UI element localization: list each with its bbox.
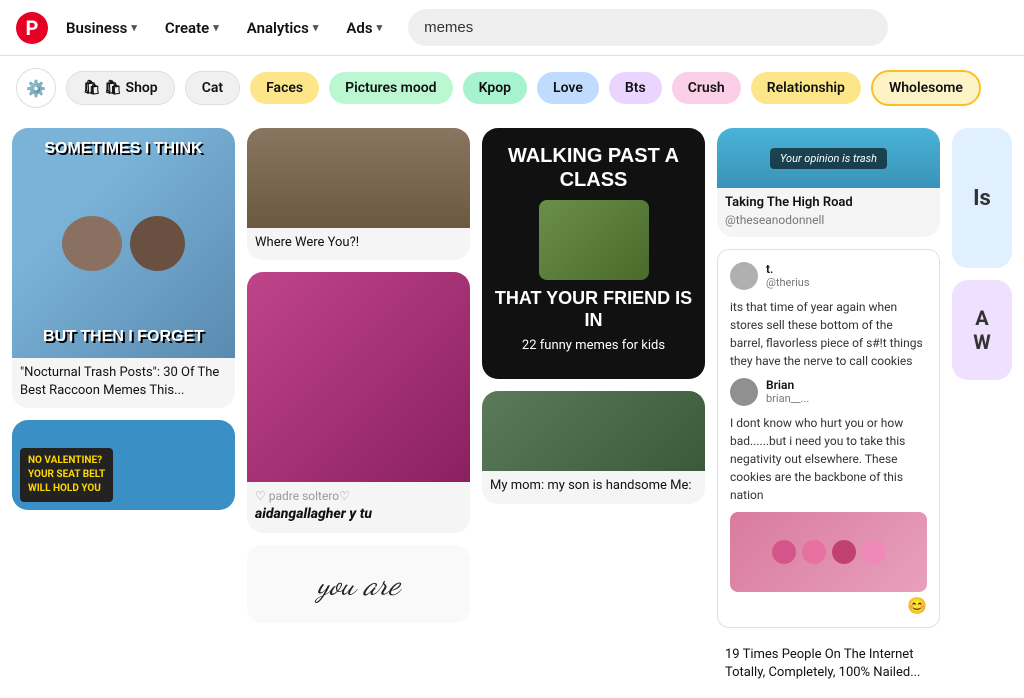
pinterest-logo[interactable]: P	[16, 12, 48, 44]
post2-avatar	[730, 378, 758, 406]
ads-arrow: ▾	[377, 21, 383, 34]
masonry-grid: SOMETIMES I THINK BUT THEN I FORGET "Noc…	[0, 120, 1024, 698]
billboard-card[interactable]: NO VALENTINE?YOUR SEAT BELTWILL HOLD YOU	[12, 420, 235, 510]
analytics-arrow: ▾	[313, 21, 319, 34]
col5-text1: Is	[973, 186, 991, 211]
chip-faces[interactable]: Faces	[250, 72, 319, 104]
opinion-card[interactable]: Your opinion is trash Taking The High Ro…	[717, 128, 940, 237]
internet-caption: 19 Times People On The Internet Totally,…	[717, 640, 940, 690]
header: P Business ▾ Create ▾ Analytics ▾ Ads ▾	[0, 0, 1024, 56]
chip-cat[interactable]: Cat	[185, 71, 240, 105]
padre-soltero-username: aidangallagher y tu	[255, 505, 462, 525]
emoji-reaction[interactable]: 😊	[907, 596, 927, 615]
opinion-caption: Taking The High Road @theseanodonnell	[717, 188, 940, 237]
raccoon-caption: "Nocturnal Trash Posts": 30 Of The Best …	[12, 358, 235, 408]
chip-love[interactable]: Love	[537, 72, 599, 104]
filter-button[interactable]: ⚙️	[16, 68, 56, 108]
nav-analytics[interactable]: Analytics ▾	[237, 11, 329, 45]
post2-body: I dont know who hurt you or how bad.....…	[730, 414, 927, 504]
post1-avatar	[730, 262, 758, 290]
where-were-you-card[interactable]: Where Were You?!	[247, 128, 470, 260]
post1-header: t. @therius	[730, 262, 927, 290]
post1-username: t.	[766, 262, 810, 276]
raccoon-meme-card[interactable]: SOMETIMES I THINK BUT THEN I FORGET "Noc…	[12, 128, 235, 408]
walking-class-top-text: WALKING PAST A CLASS	[492, 144, 695, 192]
col5-card2[interactable]: A W	[952, 280, 1012, 380]
chip-pictures-mood[interactable]: Pictures mood	[329, 72, 452, 104]
walking-class-bottom-text: THAT YOUR FRIEND IS IN	[492, 288, 695, 331]
opinion-text: Your opinion is trash	[770, 148, 887, 169]
search-input[interactable]	[408, 9, 888, 46]
nav-business[interactable]: Business ▾	[56, 11, 147, 45]
billboard-text: NO VALENTINE?YOUR SEAT BELTWILL HOLD YOU	[20, 448, 113, 502]
business-arrow: ▾	[131, 21, 137, 34]
post1-handle: @therius	[766, 276, 810, 289]
padre-soltero-card[interactable]: ♡ padre soltero♡ aidangallagher y tu	[247, 272, 470, 532]
col5-card1[interactable]: Is	[952, 128, 1012, 268]
walking-class-card[interactable]: WALKING PAST A CLASS THAT YOUR FRIEND IS…	[482, 128, 705, 379]
my-mom-text: My mom: my son is handsome Me:	[482, 471, 705, 503]
you-are-text: you are	[257, 565, 460, 603]
post1-body: its that time of year again when stores …	[730, 298, 927, 370]
chip-wholesome[interactable]: Wholesome	[871, 70, 981, 106]
chip-shop[interactable]: 🛍 🛍 Shop	[66, 71, 175, 105]
raccoon-top-text: SOMETIMES I THINK	[44, 140, 202, 158]
you-are-card[interactable]: you are	[247, 545, 470, 623]
cookie-image	[730, 512, 927, 592]
col-4: Your opinion is trash Taking The High Ro…	[717, 128, 940, 690]
col5-text2: A W	[973, 306, 991, 354]
col-1: SOMETIMES I THINK BUT THEN I FORGET "Noc…	[12, 128, 235, 690]
chip-kpop[interactable]: Kpop	[463, 72, 527, 104]
nav-ads[interactable]: Ads ▾	[336, 11, 392, 45]
cookie-post-card[interactable]: t. @therius its that time of year again …	[717, 249, 940, 628]
chip-relationship[interactable]: Relationship	[751, 72, 861, 104]
col-3: WALKING PAST A CLASS THAT YOUR FRIEND IS…	[482, 128, 705, 690]
post2-handle: brian__...	[766, 392, 809, 405]
nav-create[interactable]: Create ▾	[155, 11, 229, 45]
padre-soltero-text: ♡ padre soltero♡ aidangallagher y tu	[247, 482, 470, 532]
where-were-you-caption: Where Were You?!	[247, 228, 470, 260]
post2-header: Brian brian__...	[730, 378, 927, 406]
chips-row: ⚙️ 🛍 🛍 Shop Cat Faces Pictures mood Kpop…	[0, 56, 1024, 120]
post2-username: Brian	[766, 378, 809, 392]
chip-crush[interactable]: Crush	[672, 72, 741, 104]
col-2: Where Were You?! ♡ padre soltero♡ aidang…	[247, 128, 470, 690]
chip-bts[interactable]: Bts	[609, 72, 662, 104]
search-bar	[408, 9, 888, 46]
walking-class-caption: 22 funny memes for kids	[514, 331, 673, 363]
col-5: Is A W	[952, 128, 1012, 690]
create-arrow: ▾	[213, 21, 219, 34]
raccoon-bottom-text: BUT THEN I FORGET	[43, 328, 204, 346]
my-mom-card[interactable]: My mom: my son is handsome Me:	[482, 391, 705, 503]
